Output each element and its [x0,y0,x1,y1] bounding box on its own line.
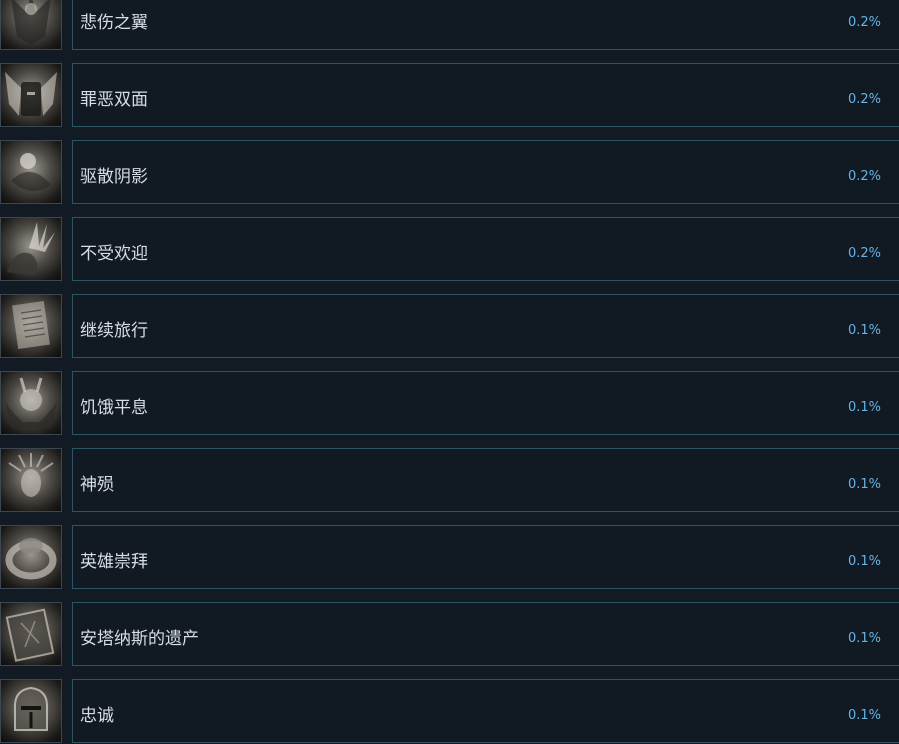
achievement-info: 继续旅行 0.1% [72,294,899,358]
achievement-info: 驱散阴影 0.2% [72,140,899,204]
achievement-info: 忠诚 0.1% [72,679,899,743]
achievement-info: 神殒 0.1% [72,448,899,512]
horned-demon-icon [0,371,62,435]
unlock-percent: 0.2% [848,92,882,107]
achievement-title: 忠诚 [80,706,114,726]
unlock-percent: 0.1% [848,554,882,569]
achievement-info: 罪恶双面 0.2% [72,63,899,127]
achievement-row: 英雄崇拜 0.1% [0,525,899,589]
achievement-title: 罪恶双面 [80,90,148,110]
orb-icon [0,140,62,204]
unlock-percent: 0.1% [848,477,882,492]
achievement-title: 神殒 [80,475,114,495]
achievement-row: 悲伤之翼 0.2% [0,0,899,50]
achievement-info: 英雄崇拜 0.1% [72,525,899,589]
unlock-percent: 0.1% [848,631,882,646]
achievement-row: 安塔纳斯的遗产 0.1% [0,602,899,666]
achievement-row: 神殒 0.1% [0,448,899,512]
achievement-row: 继续旅行 0.1% [0,294,899,358]
winged-helmet-icon [0,63,62,127]
unlock-percent: 0.2% [848,246,882,261]
knight-helmet-icon [0,679,62,743]
achievement-title: 安塔纳斯的遗产 [80,629,199,649]
achievement-title: 悲伤之翼 [80,13,148,33]
scroll-icon [0,294,62,358]
achievement-row: 不受欢迎 0.2% [0,217,899,281]
crowned-face-icon [0,448,62,512]
tome-icon [0,602,62,666]
achievement-title: 继续旅行 [80,321,148,341]
unlock-percent: 0.1% [848,708,882,723]
achievement-row: 饥饿平息 0.1% [0,371,899,435]
achievement-title: 饥饿平息 [80,398,148,418]
achievement-info: 安塔纳斯的遗产 0.1% [72,602,899,666]
unlock-percent: 0.2% [848,15,882,30]
achievement-info: 饥饿平息 0.1% [72,371,899,435]
ring-icon [0,525,62,589]
unlock-percent: 0.1% [848,323,882,338]
achievement-info: 不受欢迎 0.2% [72,217,899,281]
winged-statue-icon [0,0,62,50]
achievement-title: 不受欢迎 [80,244,148,264]
achievement-row: 忠诚 0.1% [0,679,899,743]
achievement-row: 罪恶双面 0.2% [0,63,899,127]
unlock-percent: 0.2% [848,169,882,184]
achievement-title: 英雄崇拜 [80,552,148,572]
achievement-title: 驱散阴影 [80,167,148,187]
spiked-creature-icon [0,217,62,281]
achievement-list: 悲伤之翼 0.2% 罪恶双面 0.2% 驱散阴影 0.2% 不受欢迎 0.2% [0,0,899,744]
achievement-info: 悲伤之翼 0.2% [72,0,899,50]
unlock-percent: 0.1% [848,400,882,415]
achievement-row: 驱散阴影 0.2% [0,140,899,204]
